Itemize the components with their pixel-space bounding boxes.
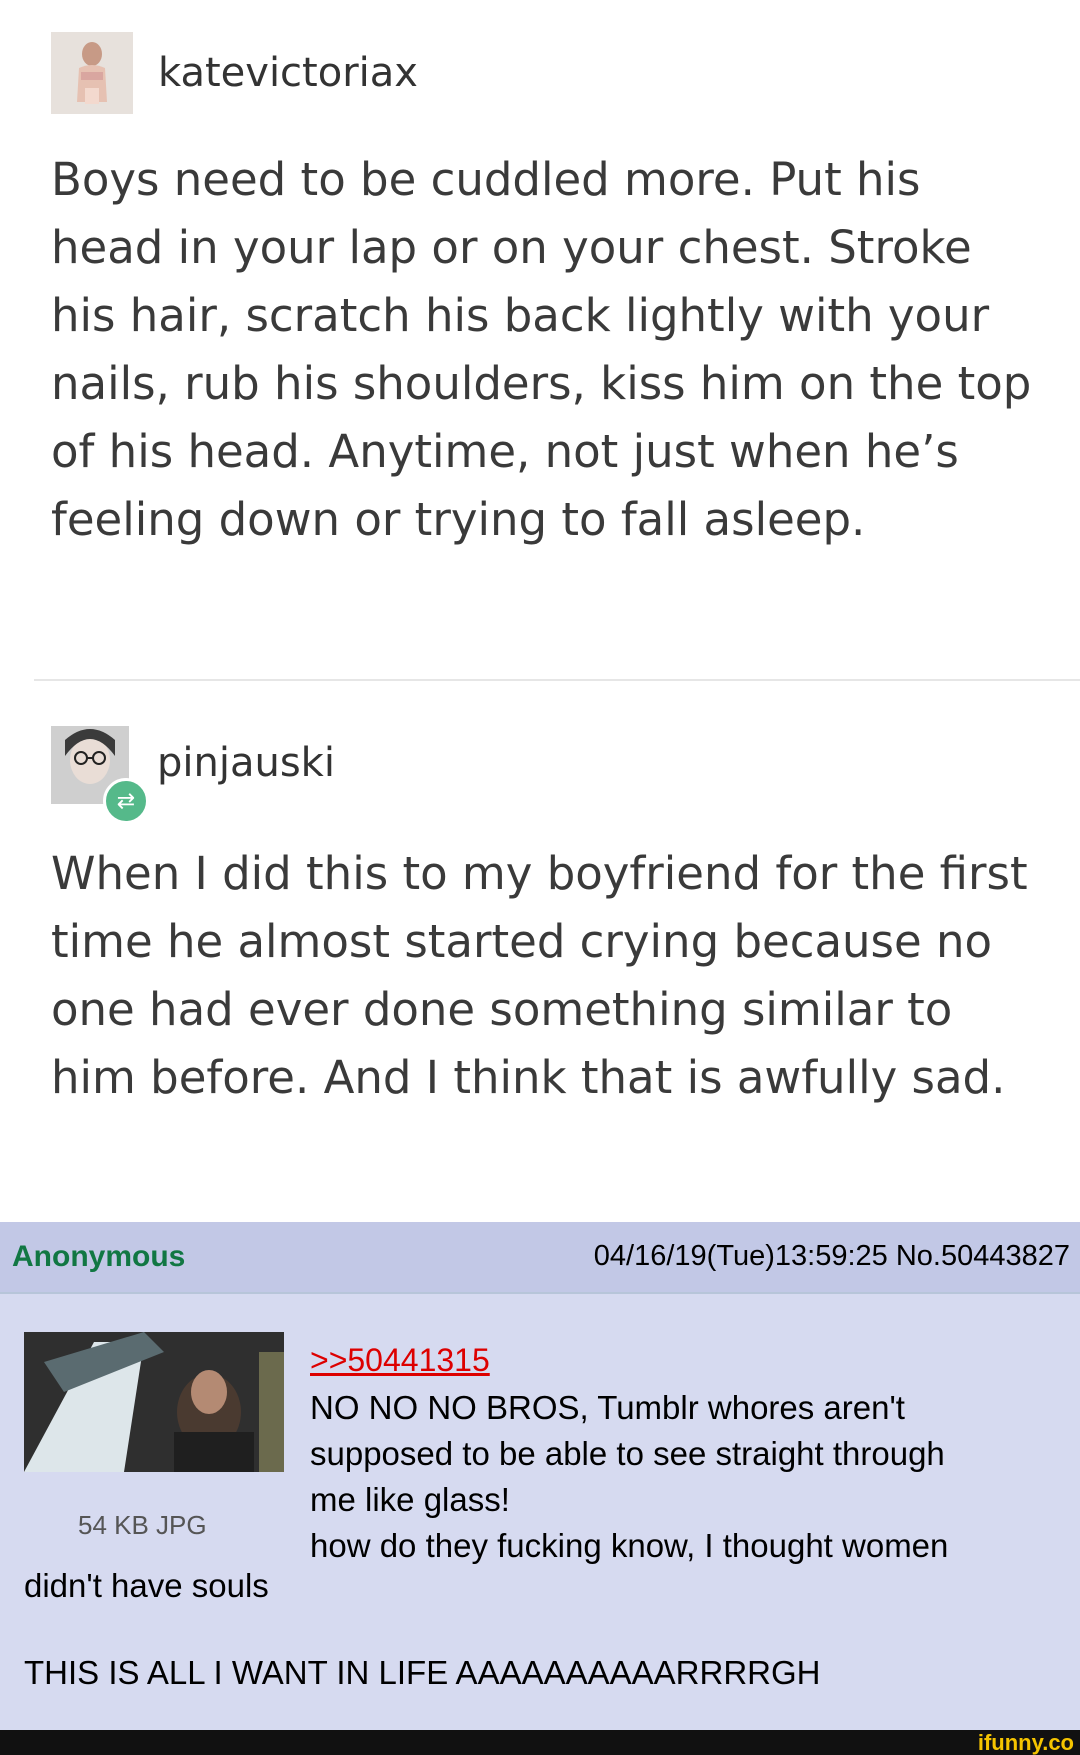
reblog-icon: ⇄ — [103, 778, 149, 824]
post-body-text: When I did this to my boyfriend for the … — [51, 847, 1028, 1104]
ifunny-watermark: ifunny.co — [977, 1730, 1074, 1755]
poster-name: Anonymous — [12, 1240, 186, 1273]
post-meta[interactable]: 04/16/19(Tue)13:59:25 No.50443827 — [594, 1240, 1070, 1273]
avatar-katevictoriax[interactable] — [51, 32, 133, 114]
post-header: katevictoriax — [51, 32, 1041, 114]
chan-post: Anonymous 04/16/19(Tue)13:59:25 No.50443… — [0, 1222, 1080, 1730]
chan-post-header: Anonymous 04/16/19(Tue)13:59:25 No.50443… — [0, 1222, 1080, 1294]
username-pinjauski[interactable]: pinjauski — [157, 740, 335, 786]
footer-bar — [0, 1730, 1080, 1755]
post-header: ⇄ pinjauski — [51, 726, 1041, 824]
thumbnail-image — [24, 1332, 284, 1472]
comment-line-tail: didn't have souls — [24, 1567, 269, 1604]
tumblr-section: katevictoriax Boys need to be cuddled mo… — [0, 0, 1080, 1222]
post-thumbnail[interactable] — [24, 1332, 284, 1472]
comment-line: supposed to be able to see straight thro… — [310, 1435, 945, 1472]
avatar-image — [51, 32, 133, 114]
file-info: 54 KB JPG — [78, 1510, 207, 1540]
username-katevictoriax[interactable]: katevictoriax — [158, 50, 418, 96]
avatar-pinjauski[interactable]: ⇄ — [51, 726, 149, 824]
post-divider — [34, 679, 1080, 681]
tumblr-post-reblog: ⇄ pinjauski When I did this to my boyfri… — [51, 726, 1041, 1112]
comment-line: me like glass! — [310, 1481, 510, 1518]
tumblr-post-original: katevictoriax Boys need to be cuddled mo… — [51, 32, 1041, 554]
post-body-text: Boys need to be cuddled more. Put his he… — [51, 153, 1032, 546]
comment-shout: THIS IS ALL I WANT IN LIFE AAAAAAAAAARRR… — [24, 1654, 821, 1691]
comment-line: how do they fucking know, I thought wome… — [310, 1527, 949, 1564]
post-comment: NO NO NO BROS, Tumblr whores aren't supp… — [310, 1385, 1050, 1569]
quote-link[interactable]: >>50441315 — [310, 1342, 490, 1379]
comment-line: NO NO NO BROS, Tumblr whores aren't — [310, 1389, 905, 1426]
